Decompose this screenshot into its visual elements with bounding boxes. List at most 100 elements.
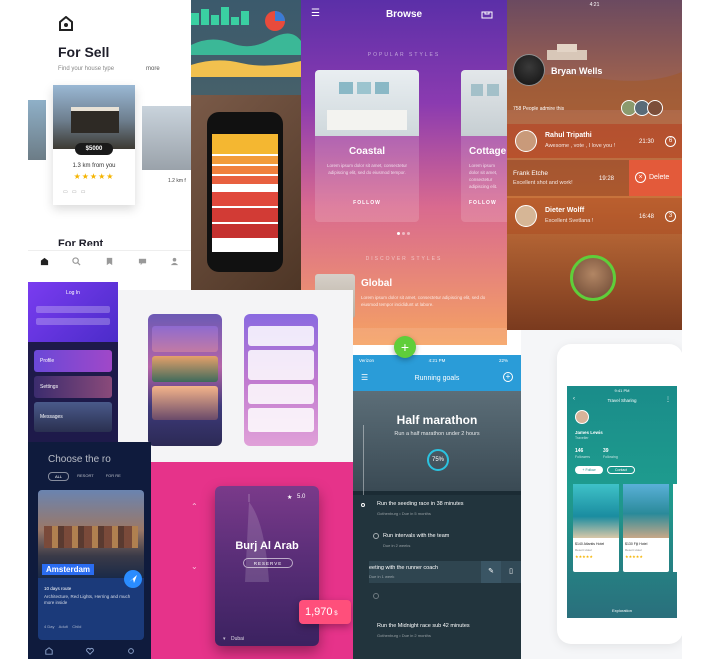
- admirer-avatars[interactable]: [621, 100, 663, 116]
- delete-icon[interactable]: ▯: [501, 561, 521, 583]
- login-title: Log In: [66, 290, 80, 296]
- profile-avatar[interactable]: [513, 54, 545, 86]
- bookmark-icon[interactable]: [105, 257, 114, 266]
- arrow-up-icon[interactable]: ⌃: [191, 502, 198, 511]
- task-title: Run the seeding race in 38 minutes: [377, 501, 464, 507]
- profile-name: Bryan Wells: [551, 66, 603, 76]
- task-item[interactable]: Run the Midnight race sub 42 minutes Got…: [369, 621, 521, 651]
- tab-for-rent[interactable]: FOR RE: [102, 472, 125, 481]
- heart-icon[interactable]: [85, 647, 94, 655]
- task-item[interactable]: Run intervals with the team Due in 2 wee…: [369, 531, 521, 559]
- stat-following-value: 39: [603, 448, 609, 454]
- login-screen: Log In Profile Settings Messages: [28, 282, 118, 442]
- home-icon[interactable]: [40, 257, 49, 266]
- screenshot-collage: For Sell Find your house type more $5000…: [28, 0, 682, 659]
- follow-button[interactable]: FOLLOW: [315, 200, 419, 206]
- username-field[interactable]: [36, 306, 110, 313]
- bottom-tab-label[interactable]: Exploration: [567, 608, 677, 613]
- phone-landscape-list: [148, 314, 222, 446]
- hotel-location: Dubai: [231, 636, 245, 642]
- route-meta: 4 Day Adult Child: [44, 624, 82, 629]
- list-label: Messages: [40, 414, 63, 420]
- sender-avatar: [515, 130, 537, 152]
- edit-icon[interactable]: ✎: [481, 561, 501, 583]
- style-card-cottage[interactable]: Cottage Lorem ipsum dolor sit amet, cons…: [461, 70, 507, 222]
- arrow-down-icon[interactable]: ⌄: [191, 562, 198, 571]
- active-user-avatar[interactable]: [570, 255, 616, 301]
- delete-action[interactable]: × Delete: [629, 160, 682, 196]
- user-icon[interactable]: [170, 257, 179, 266]
- message-row[interactable]: Frank Etche Excellent shot and work! 19:…: [507, 160, 682, 196]
- follow-button[interactable]: FOLLOW: [469, 200, 497, 206]
- more-icon[interactable]: ⋮: [665, 396, 671, 403]
- task-item-swiped[interactable]: eeting with the runner coach Due in 1 we…: [369, 561, 521, 583]
- hotel-stars: ★★★★★: [625, 554, 643, 559]
- price-badge[interactable]: 1,970 $: [299, 600, 351, 624]
- stat-followers-label: Followers: [575, 455, 590, 459]
- hotel-card[interactable]: $130 Fiji Hotel Resort Hotel ★★★★★: [623, 484, 669, 572]
- sender-name: Dieter Wolff: [545, 207, 585, 214]
- task-meta: Gothenburg • Due in 2 months: [377, 633, 431, 638]
- two-phones-mockup: [118, 290, 353, 462]
- tab-all[interactable]: ALL: [48, 472, 70, 481]
- add-icon[interactable]: +: [503, 372, 513, 382]
- hotel-card[interactable]: $140 Atlantis Hotel Resort Hotel ★★★★★: [573, 484, 619, 572]
- hotel-stars: ★★★★★: [575, 554, 593, 559]
- list-card[interactable]: Profile: [34, 350, 112, 372]
- house-card[interactable]: $5000 1.3 km from you ★★★★★ ▭ ▭ ▭: [53, 85, 135, 205]
- stat-followers-value: 146: [575, 448, 584, 454]
- user-name: James Lewis: [575, 430, 603, 435]
- route-description: Architecture, Red Lights, Herring and mu…: [44, 594, 131, 605]
- close-icon: ×: [635, 172, 646, 183]
- phone-screen: [212, 134, 278, 252]
- list-card[interactable]: Settings: [34, 376, 112, 398]
- route-card[interactable]: Amsterdam 10 days route Architecture, Re…: [38, 490, 144, 640]
- screen-title: Travel Sharing: [607, 398, 637, 403]
- stat-following-label: Following: [603, 455, 618, 459]
- running-header: Verizon 4:21 PM 22% ☰ Running goals +: [353, 355, 521, 391]
- user-avatar[interactable]: [575, 410, 589, 424]
- message-row[interactable]: Dieter Wolff Excellent Svetlana ! 16:48 …: [507, 198, 682, 234]
- location-arrow-icon: [129, 575, 137, 583]
- tab-resort[interactable]: RESORT: [73, 472, 98, 481]
- password-field[interactable]: [36, 318, 110, 325]
- contact-button[interactable]: Contact: [607, 466, 635, 474]
- card-photo: [461, 70, 507, 136]
- page-title: For Sell: [58, 44, 110, 60]
- navigate-button[interactable]: [124, 570, 142, 588]
- area-chart-graphic: [191, 7, 301, 77]
- list-label: Profile: [40, 358, 55, 364]
- next-house-card[interactable]: [142, 106, 191, 170]
- chat-screen: 4:21 Bryan Wells 758 People admire this …: [507, 0, 682, 330]
- login-header: Log In: [28, 282, 118, 342]
- task-checkbox[interactable]: [373, 533, 379, 539]
- list-card[interactable]: Messages: [34, 402, 112, 432]
- price-tag: $5000: [75, 143, 113, 155]
- settings-icon[interactable]: [127, 647, 135, 655]
- reserve-button[interactable]: RESERVE: [243, 558, 293, 568]
- hotel-card-partial[interactable]: [673, 484, 677, 572]
- price-value: 1,970: [305, 606, 333, 618]
- browse-title: Browse: [385, 9, 423, 20]
- task-meta: Gothenburg • Due in 5 months: [377, 511, 431, 516]
- home-icon[interactable]: [44, 646, 53, 655]
- add-button[interactable]: +: [394, 336, 416, 358]
- for-sell-screen: For Sell Find your house type more $5000…: [28, 0, 191, 282]
- follow-button[interactable]: + Follow: [575, 466, 603, 474]
- hotel-type: Resort Hotel: [625, 548, 642, 552]
- chat-icon[interactable]: [138, 257, 147, 266]
- inbox-icon[interactable]: [481, 8, 493, 19]
- task-title: eeting with the runner coach: [369, 565, 439, 571]
- search-icon[interactable]: [72, 257, 81, 266]
- prev-house-card[interactable]: [28, 100, 46, 160]
- task-item-faded[interactable]: [369, 589, 521, 611]
- message-row[interactable]: Rahul Tripathi Awesome , vote , I love y…: [507, 124, 682, 158]
- card-photo: [315, 70, 419, 136]
- travel-sharing-screen: 9:41 PM ‹ Travel Sharing ⋮ James Lewis T…: [521, 330, 682, 659]
- style-card-coastal[interactable]: Coastal Lorem ipsum dolor sit amet, cons…: [315, 70, 419, 222]
- card-title: Coastal: [348, 146, 386, 157]
- progress-ring: 75%: [427, 449, 449, 471]
- more-link[interactable]: more: [146, 66, 160, 72]
- city-name: Amsterdam: [42, 564, 95, 575]
- task-item[interactable]: Run the seeding race in 38 minutes Gothe…: [361, 499, 521, 529]
